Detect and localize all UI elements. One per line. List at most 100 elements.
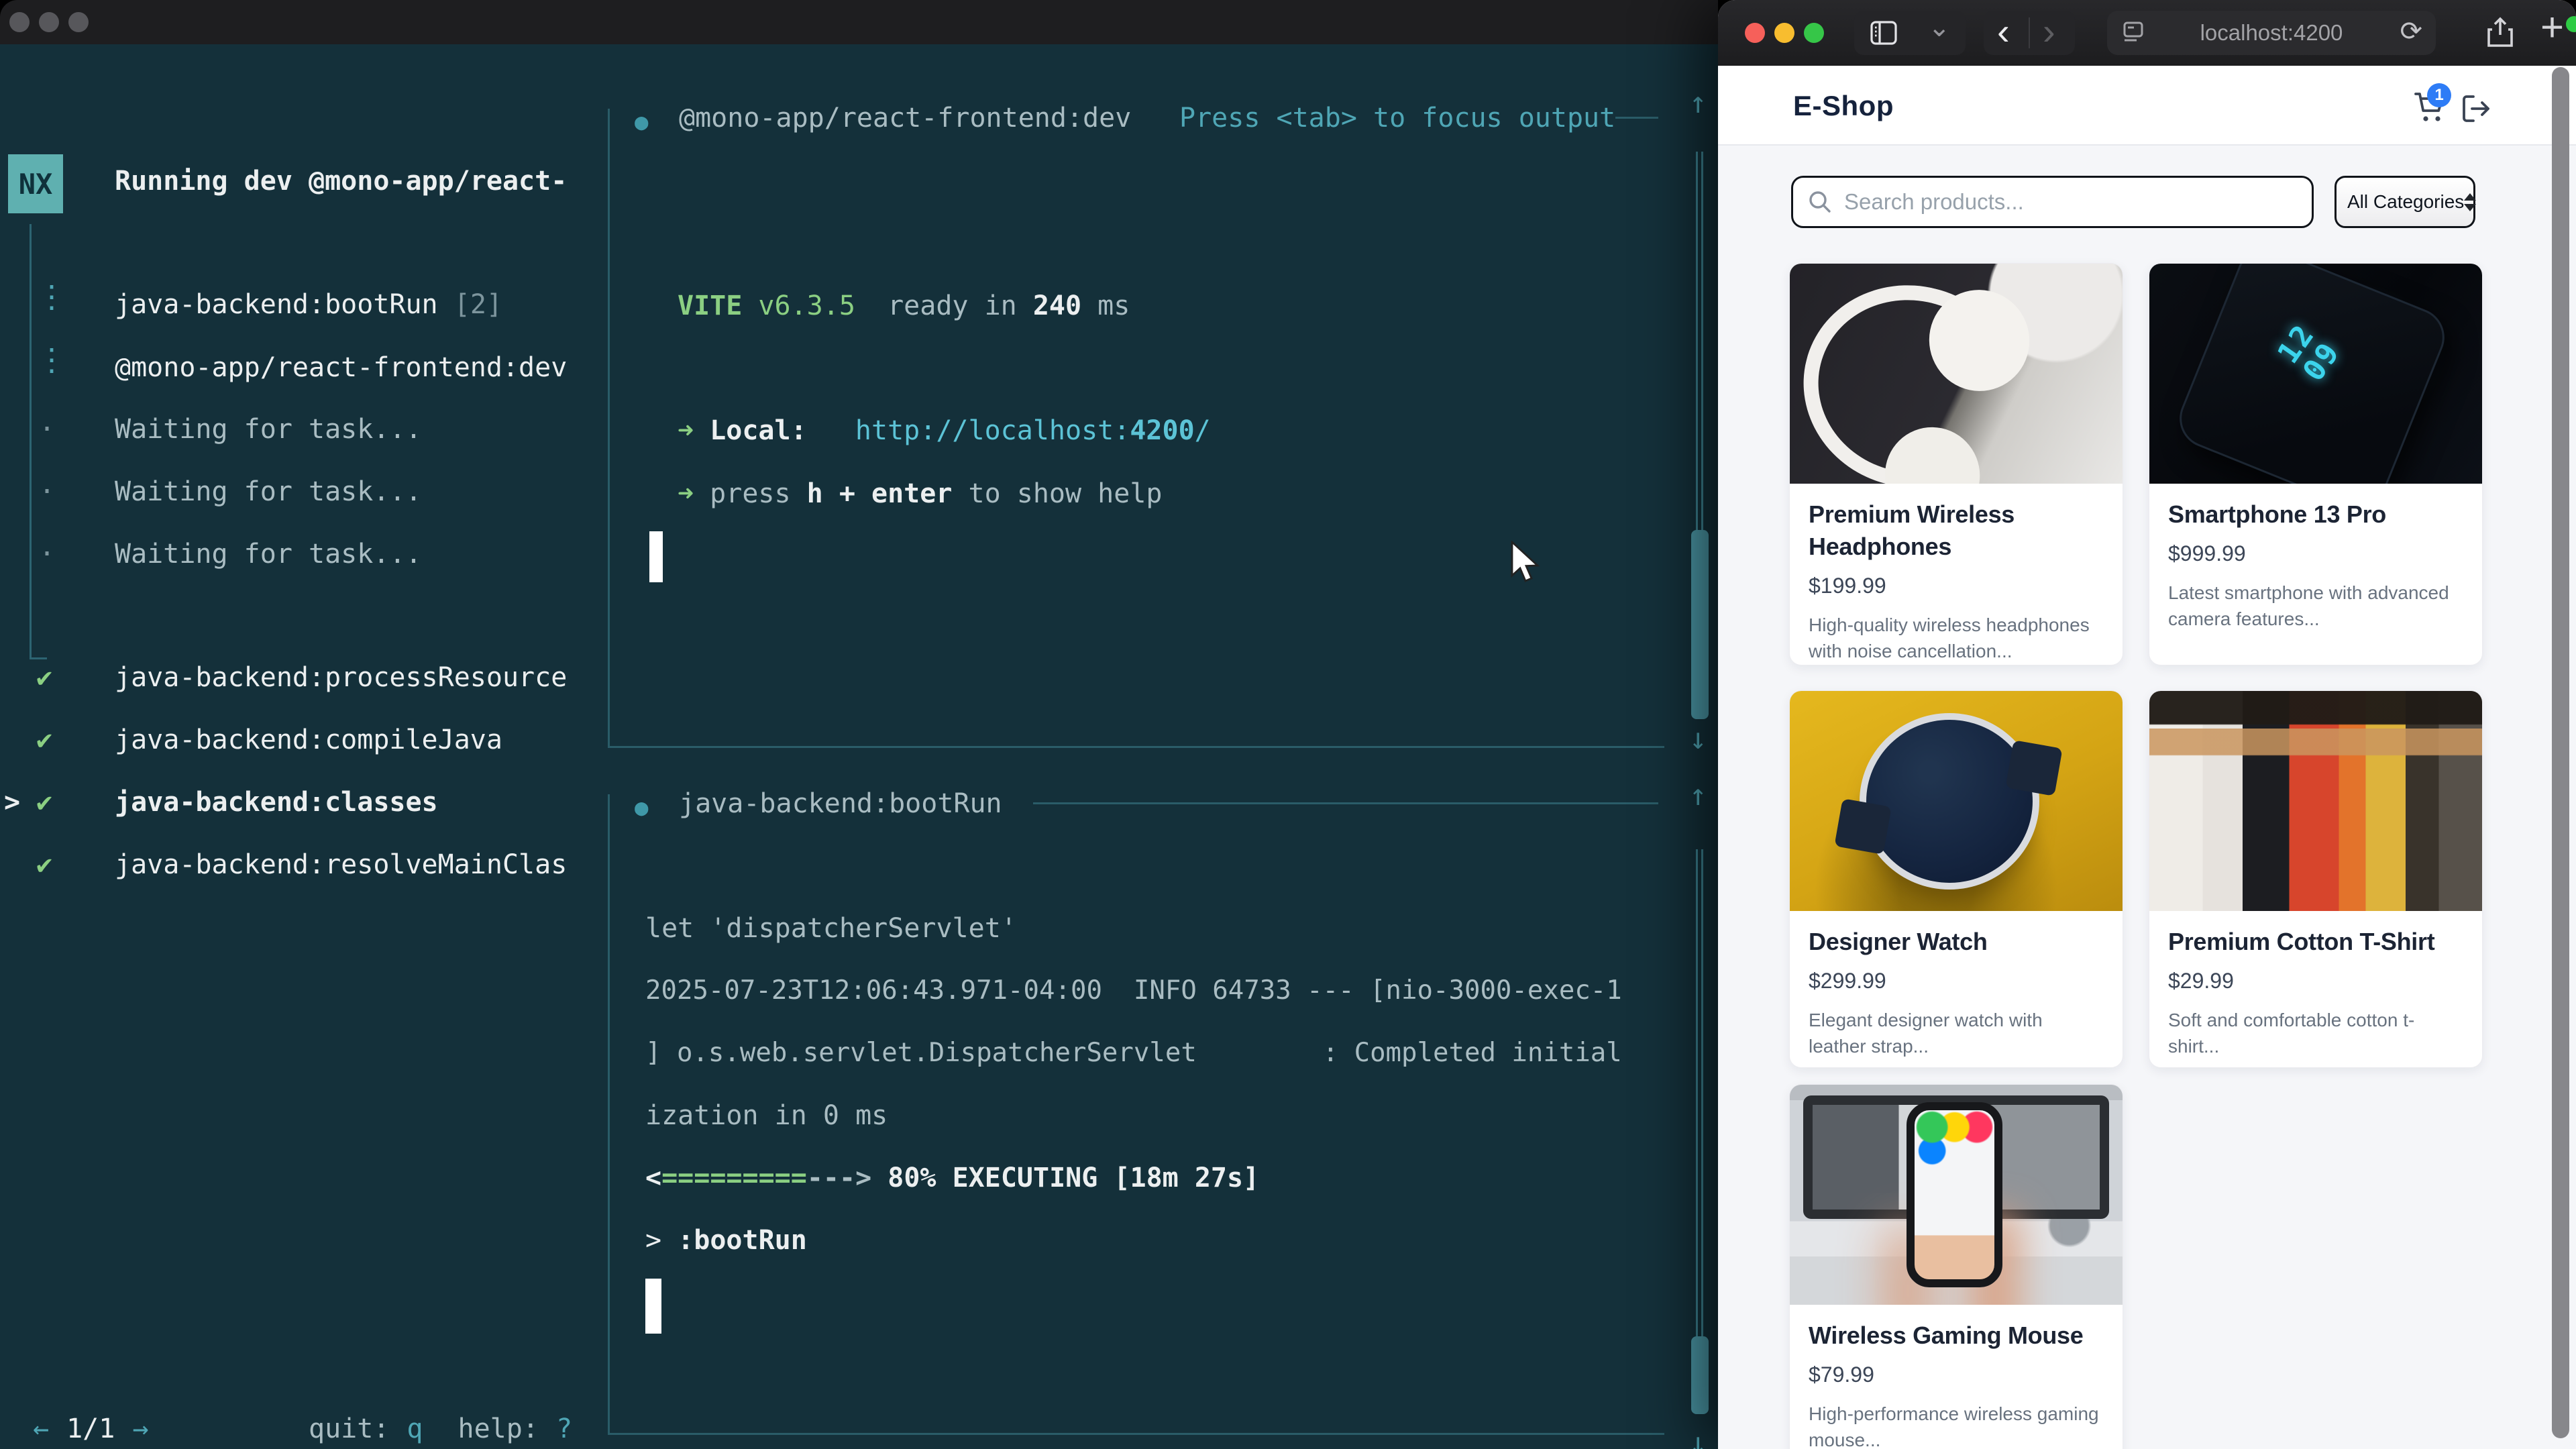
- product-name: Smartphone 13 Pro: [2168, 498, 2463, 531]
- scrollbar-track[interactable]: [1696, 849, 1703, 1336]
- queued-task-count: [2]: [454, 289, 502, 320]
- browser-scrollbar-thumb[interactable]: [2552, 67, 2569, 1438]
- new-tab-icon[interactable]: +: [2540, 4, 2564, 50]
- logout-icon[interactable]: [2461, 94, 2492, 123]
- sidebar-toggle-group: ⌄: [1854, 11, 1966, 55]
- screen: NX Running dev @mono-app/react- ⋮ java-b…: [0, 0, 2576, 1449]
- pager-prev-icon[interactable]: ←: [33, 1413, 49, 1444]
- local-url-port[interactable]: 4200: [1130, 415, 1194, 446]
- quit-key: q: [407, 1413, 423, 1444]
- traffic-light-zoom-icon[interactable]: [1804, 23, 1824, 43]
- mouse-pointer-icon: [1511, 541, 1544, 588]
- queue-marker-icon: ⋮: [36, 280, 67, 313]
- back-icon[interactable]: ‹: [1997, 9, 2010, 53]
- scroll-up-icon[interactable]: ↑: [1689, 87, 1707, 119]
- log-line: 2025-07-23T12:06:43.971-04:00 INFO 64733…: [645, 975, 1622, 1007]
- panel-header-rule: [1615, 117, 1658, 119]
- product-name: Wireless Gaming Mouse: [1809, 1320, 2104, 1352]
- product-card[interactable]: Designer Watch $299.99 Elegant designer …: [1789, 690, 2123, 1068]
- check-icon: ✔: [36, 786, 52, 818]
- bullet-icon: ·: [39, 538, 55, 570]
- page-settings-icon[interactable]: [2123, 21, 2143, 44]
- terminal-shortcuts: quit:qhelp:?: [309, 1413, 572, 1445]
- panel-dot-icon: ●: [635, 106, 648, 138]
- scroll-down-icon[interactable]: ↓: [1689, 1428, 1707, 1449]
- select-stepper-icon: [2464, 193, 2476, 211]
- product-price: $199.99: [1809, 574, 2104, 598]
- panel-header-rule: [1033, 802, 1658, 804]
- panel-title: @mono-app/react-frontend:dev: [679, 102, 1131, 134]
- nav-divider: [2029, 17, 2030, 48]
- product-card[interactable]: Premium Cotton T-Shirt $29.99 Soft and c…: [2149, 690, 2483, 1068]
- check-icon: ✔: [36, 849, 52, 881]
- share-icon[interactable]: [2487, 16, 2514, 48]
- traffic-light-zoom-icon[interactable]: [68, 12, 89, 32]
- product-price: $79.99: [1809, 1362, 2104, 1387]
- category-select[interactable]: All Categories: [2334, 176, 2475, 228]
- product-description: High-quality wireless headphones with no…: [1809, 612, 2104, 664]
- vite-ready-unit: ms: [1081, 290, 1130, 321]
- pager-position: 1/1: [66, 1413, 115, 1444]
- done-task: java-backend:resolveMainClas: [115, 849, 567, 881]
- check-icon: ✔: [36, 661, 52, 694]
- product-price: $299.99: [1809, 969, 2104, 994]
- url-text[interactable]: localhost:4200: [2200, 20, 2343, 46]
- gradle-prompt-line: > :bootRun: [645, 1224, 807, 1256]
- progress-status: 80% EXECUTING [18m 27s]: [871, 1163, 1259, 1193]
- traffic-light-minimize-icon[interactable]: [39, 12, 59, 32]
- terminal-titlebar: [0, 0, 1718, 44]
- reload-icon[interactable]: ⟳: [2400, 16, 2422, 47]
- gradle-progress-line: <=========---> 80% EXECUTING [18m 27s]: [645, 1162, 1259, 1194]
- search-input[interactable]: [1843, 189, 2312, 215]
- scroll-up-icon[interactable]: ↑: [1689, 780, 1707, 812]
- product-image: 12 09: [2149, 264, 2482, 484]
- product-card[interactable]: Premium Wireless Headphones $199.99 High…: [1789, 263, 2123, 665]
- traffic-light-close-icon[interactable]: [9, 12, 30, 32]
- product-card[interactable]: 12 09 Smartphone 13 Pro $999.99 Latest s…: [2149, 263, 2483, 665]
- scrollbar-thumb[interactable]: [1691, 1336, 1709, 1414]
- product-image: [1790, 691, 2123, 911]
- done-task: java-backend:compileJava: [115, 724, 502, 756]
- shop-header: E-Shop 1: [1718, 66, 2576, 146]
- waiting-task: Waiting for task...: [115, 538, 422, 570]
- product-description: Soft and comfortable cotton t-shirt...: [2168, 1007, 2463, 1059]
- local-label: Local:: [694, 415, 807, 446]
- traffic-light-minimize-icon[interactable]: [1774, 23, 1794, 43]
- product-image: [1790, 1085, 2123, 1305]
- local-url[interactable]: http://localhost:: [855, 415, 1130, 446]
- bullet-icon: ·: [39, 413, 55, 445]
- category-select-value: All Categories: [2347, 191, 2464, 213]
- search-box: [1791, 176, 2314, 228]
- scroll-down-icon[interactable]: ↓: [1689, 723, 1707, 755]
- check-icon: ✔: [36, 724, 52, 756]
- traffic-light-close-icon[interactable]: [1745, 23, 1765, 43]
- forward-icon[interactable]: ›: [2043, 9, 2055, 53]
- log-line: ] o.s.web.servlet.DispatcherServlet : Co…: [645, 1037, 1622, 1069]
- vite-ready-label: ready in: [855, 290, 1033, 321]
- product-description: Elegant designer watch with leather stra…: [1809, 1007, 2104, 1059]
- cart-count-badge[interactable]: 1: [2427, 83, 2451, 107]
- scrollbar-thumb[interactable]: [1691, 530, 1709, 719]
- log-line: let 'dispatcherServlet': [645, 912, 1017, 945]
- pager: ← 1/1 →: [33, 1413, 148, 1445]
- search-icon: [1808, 190, 1832, 214]
- arrow-icon: ➜: [678, 478, 694, 509]
- queued-task-label: java-backend:bootRun: [115, 289, 454, 320]
- product-price: $999.99: [2168, 541, 2463, 566]
- waiting-task: Waiting for task...: [115, 476, 422, 508]
- vite-logo: VITE: [678, 290, 742, 321]
- vite-help-line: ➜ press h + enter to show help: [678, 478, 1163, 510]
- arrow-icon: ➜: [678, 415, 694, 446]
- terminal-run-title: Running dev @mono-app/react-: [115, 165, 567, 197]
- sidebar-toggle-icon[interactable]: [1870, 21, 1897, 45]
- scrollbar-track[interactable]: [1696, 152, 1703, 530]
- bullet-icon: ·: [39, 476, 55, 508]
- status-green-dot: [2566, 16, 2576, 32]
- waiting-task: Waiting for task...: [115, 413, 422, 445]
- panel-focus-hint: Press <tab> to focus output: [1179, 102, 1615, 134]
- address-bar[interactable]: localhost:4200 ⟳: [2107, 11, 2436, 55]
- chevron-down-icon[interactable]: ⌄: [1928, 12, 1951, 43]
- pager-next-icon[interactable]: →: [132, 1413, 148, 1444]
- product-card[interactable]: Wireless Gaming Mouse $79.99 High-perfor…: [1789, 1084, 2123, 1449]
- panel-dot-icon: ●: [635, 792, 648, 824]
